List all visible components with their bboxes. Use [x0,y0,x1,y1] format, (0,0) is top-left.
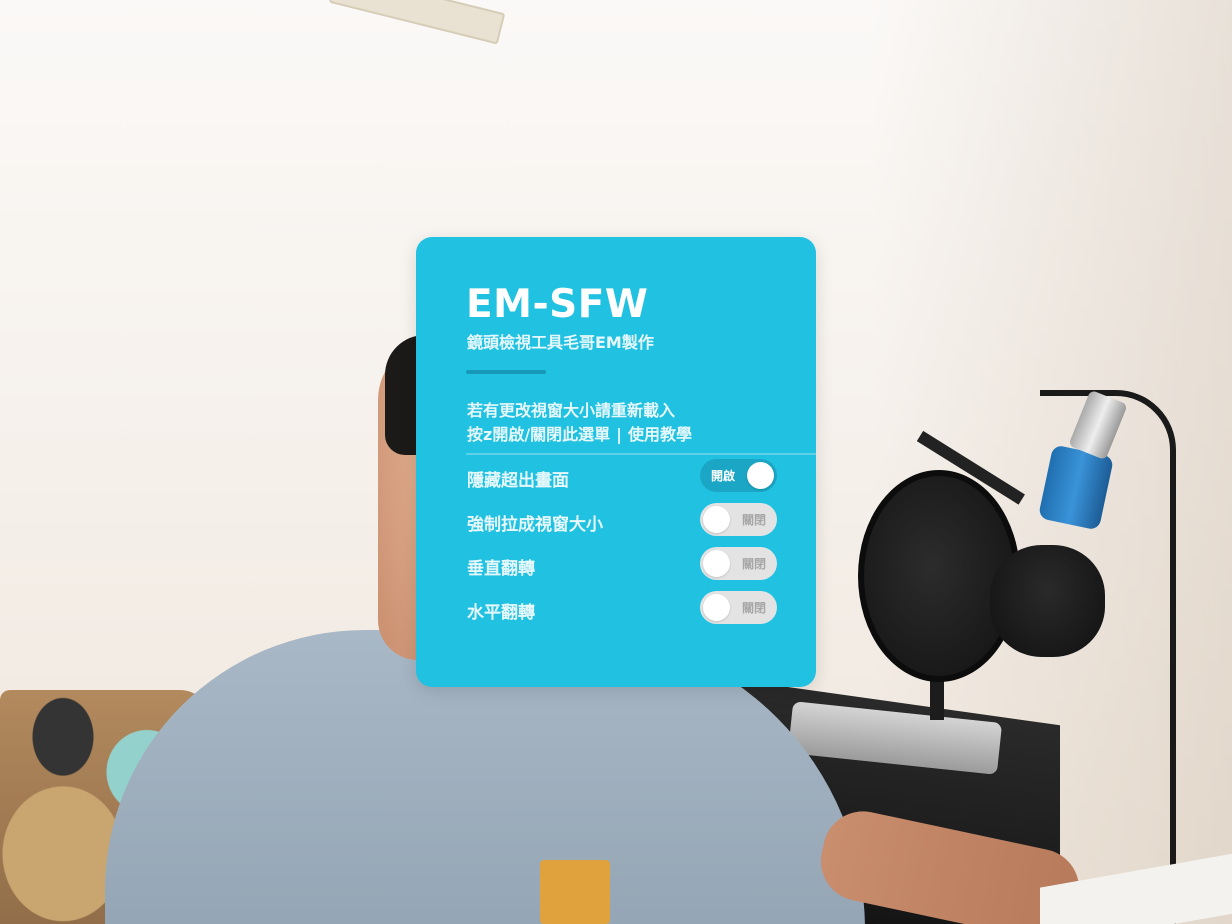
toggle-state: 關閉 [741,557,766,571]
option-horizontal-flip: 水平翻轉 關閉 [467,591,777,625]
toggle-state: 關閉 [741,513,766,527]
option-label: 垂直翻轉 [467,559,535,579]
reload-note: 若有更改視窗大小請重新載入 [467,401,676,420]
toggle-knob [747,462,774,489]
option-stretch-to-window: 強制拉成視窗大小 關閉 [467,503,777,537]
option-label: 水平翻轉 [467,603,535,623]
shortcut-text: 按z開啟/關閉此選單 [467,425,611,444]
toggle-knob [703,550,730,577]
app-title: EM-SFW [466,282,649,327]
hide-overflow-toggle[interactable]: 開啟 [700,459,777,492]
vertical-flip-toggle[interactable]: 關閉 [700,547,777,580]
toggle-state: 開啟 [711,469,736,483]
app-subtitle: 鏡頭檢視工具毛哥EM製作 [467,333,654,352]
ceiling-light [328,0,506,45]
option-label: 強制拉成視窗大小 [467,515,603,535]
title-divider [466,370,546,374]
toggle-knob [703,506,730,533]
shirt-print [540,860,610,924]
shortcut-note: 按z開啟/關閉此選單 | 使用教學 [467,421,692,445]
option-label: 隱藏超出畫面 [467,471,569,491]
toggle-knob [703,594,730,621]
mic-foam [990,545,1105,657]
settings-panel: EM-SFW 鏡頭檢視工具毛哥EM製作 若有更改視窗大小請重新載入 按z開啟/關… [416,237,816,687]
section-divider [466,453,816,455]
horizontal-flip-toggle[interactable]: 關閉 [700,591,777,624]
camera-view: EM-SFW 鏡頭檢視工具毛哥EM製作 若有更改視窗大小請重新載入 按z開啟/關… [0,0,1232,924]
toggle-state: 關閉 [741,601,766,615]
stretch-to-window-toggle[interactable]: 關閉 [700,503,777,536]
tutorial-link[interactable]: 使用教學 [628,425,692,444]
option-hide-overflow: 隱藏超出畫面 開啟 [467,459,777,493]
separator: | [616,425,623,444]
option-vertical-flip: 垂直翻轉 關閉 [467,547,777,581]
